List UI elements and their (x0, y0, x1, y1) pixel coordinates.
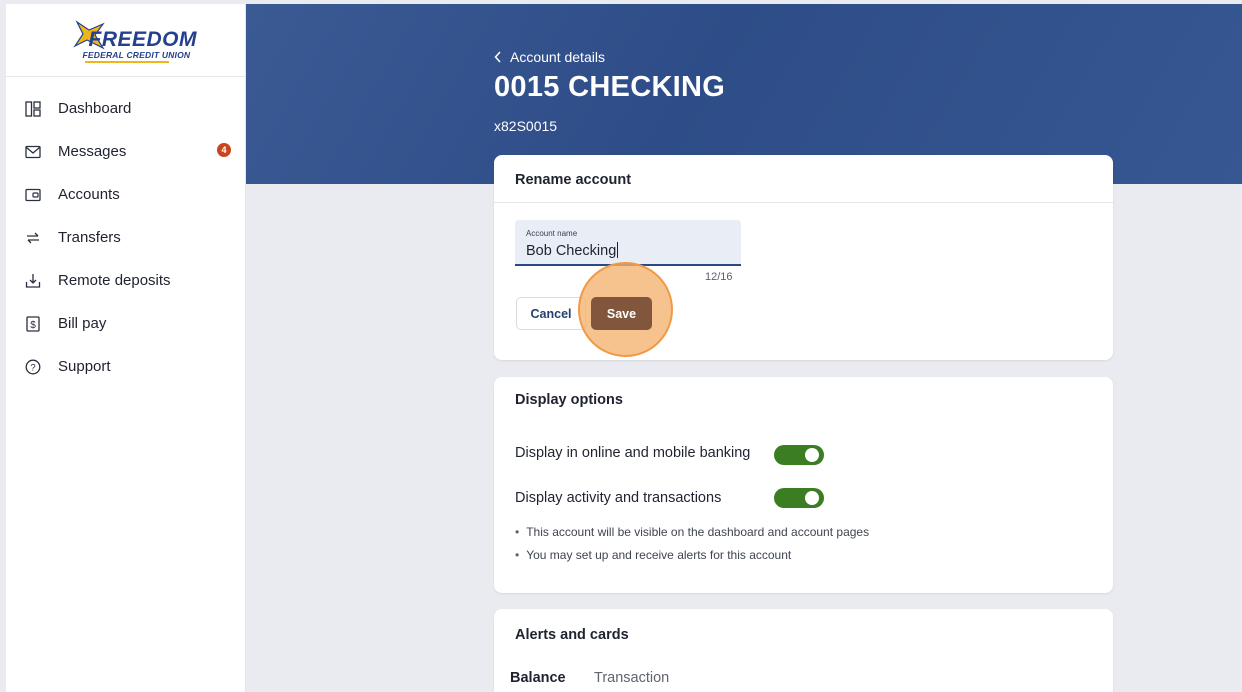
toggle-label-activity: Display activity and transactions (515, 490, 722, 506)
page-title: 0015 CHECKING (494, 71, 726, 103)
sidebar-nav: Dashboard Messages 4 Accounts Transfers (6, 87, 245, 388)
card-title: Display options (515, 392, 623, 408)
messages-count-badge: 4 (217, 143, 231, 157)
sidebar: FREEDOM FEDERAL CREDIT UNION Dashboard M… (6, 4, 246, 692)
character-counter: 12/16 (705, 271, 733, 283)
field-label: Account name (526, 229, 578, 238)
text-caret (617, 242, 619, 258)
display-options-card: Display options Display in online and mo… (494, 377, 1113, 593)
sidebar-item-bill-pay[interactable]: $ Bill pay (6, 302, 245, 345)
logo-underline (84, 61, 169, 63)
cancel-button[interactable]: Cancel (516, 297, 586, 330)
brand-logo[interactable]: FREEDOM FEDERAL CREDIT UNION (6, 4, 245, 77)
sidebar-item-label: Transfers (58, 229, 121, 246)
alerts-cards-card: Alerts and cards Balance Transaction (494, 609, 1113, 692)
toggle-label-online-banking: Display in online and mobile banking (515, 445, 751, 461)
sidebar-item-dashboard[interactable]: Dashboard (6, 87, 245, 130)
chevron-left-icon (494, 51, 501, 63)
card-title: Rename account (515, 172, 632, 188)
dashboard-icon (24, 100, 42, 118)
brand-name: FREEDOM (88, 28, 197, 51)
toggle-knob (805, 491, 819, 505)
sidebar-item-label: Bill pay (58, 315, 107, 332)
brand-tagline: FEDERAL CREDIT UNION (82, 50, 191, 60)
sidebar-item-label: Accounts (58, 186, 120, 203)
svg-text:$: $ (30, 320, 36, 331)
sidebar-item-accounts[interactable]: Accounts (6, 173, 245, 216)
dollar-receipt-icon: $ (24, 315, 42, 333)
sidebar-item-label: Support (58, 358, 111, 375)
list-item: This account will be visible on the dash… (515, 525, 869, 539)
back-link-label: Account details (510, 49, 605, 65)
back-link[interactable]: Account details (494, 49, 605, 65)
list-item: You may set up and receive alerts for th… (515, 548, 869, 562)
info-list: This account will be visible on the dash… (515, 525, 869, 571)
sidebar-item-label: Messages (58, 143, 127, 160)
question-circle-icon: ? (24, 358, 42, 376)
tab-transaction[interactable]: Transaction (594, 670, 669, 686)
toggle-activity[interactable] (774, 488, 824, 508)
sidebar-item-label: Dashboard (58, 100, 132, 117)
account-number: x82S0015 (494, 118, 558, 134)
toggle-knob (805, 448, 819, 462)
app-frame: FREEDOM FEDERAL CREDIT UNION Dashboard M… (6, 4, 1242, 692)
save-button[interactable]: Save (591, 297, 652, 330)
sidebar-item-transfers[interactable]: Transfers (6, 216, 245, 259)
logo-mark: FREEDOM FEDERAL CREDIT UNION (61, 14, 197, 66)
wallet-icon (24, 186, 42, 204)
transfer-arrows-icon (24, 229, 42, 247)
sidebar-item-support[interactable]: ? Support (6, 345, 245, 388)
input-value: Bob Checking (526, 243, 617, 259)
card-title: Alerts and cards (515, 627, 629, 643)
sidebar-item-remote-deposits[interactable]: Remote deposits (6, 259, 245, 302)
account-name-input[interactable]: Bob Checking (526, 242, 619, 259)
svg-text:?: ? (30, 362, 35, 373)
toggle-online-banking[interactable] (774, 445, 824, 465)
sidebar-item-label: Remote deposits (58, 272, 171, 289)
rename-account-card: Rename account Account name Bob Checking… (494, 155, 1113, 360)
account-name-field[interactable]: Account name Bob Checking (515, 220, 741, 266)
divider (494, 202, 1113, 203)
download-tray-icon (24, 272, 42, 290)
envelope-icon (24, 143, 42, 161)
sidebar-item-messages[interactable]: Messages 4 (6, 130, 245, 173)
tab-balance[interactable]: Balance (510, 670, 566, 686)
